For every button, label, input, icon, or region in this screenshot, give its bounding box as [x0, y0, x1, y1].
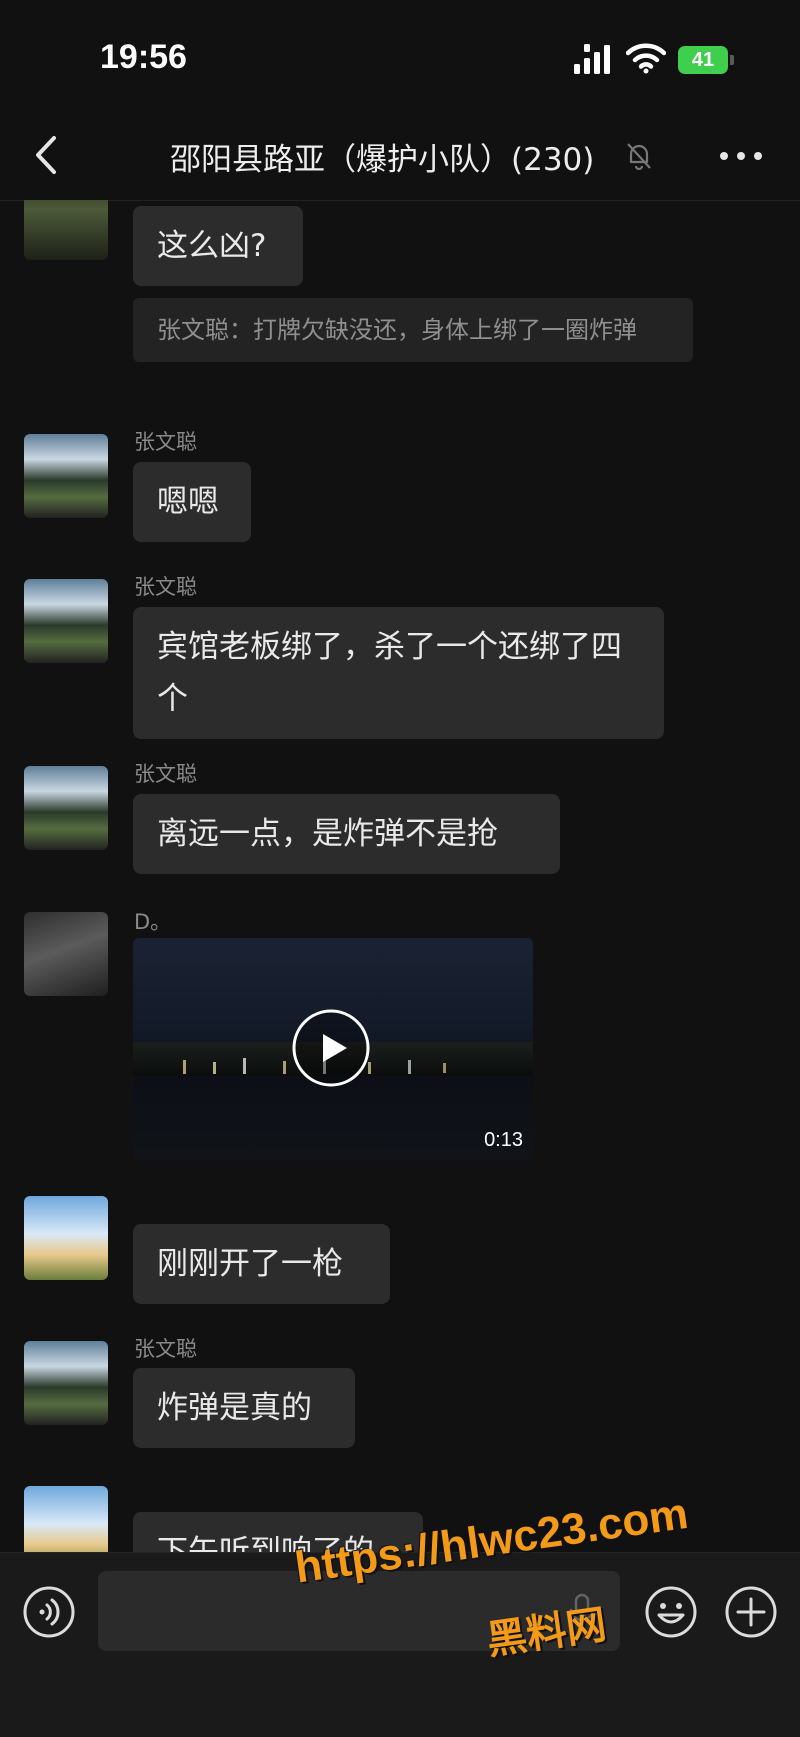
- battery-indicator: 41: [678, 46, 728, 74]
- avatar[interactable]: [24, 434, 108, 518]
- sender-name: 张文聪: [134, 430, 197, 454]
- back-icon[interactable]: [28, 132, 68, 178]
- wifi-icon: [626, 43, 666, 74]
- avatar[interactable]: [24, 1341, 108, 1425]
- voice-icon[interactable]: [22, 1585, 76, 1639]
- status-bar: 19:56 41: [0, 0, 800, 110]
- status-time: 19:56: [100, 38, 187, 76]
- message-bubble[interactable]: 这么凶?: [133, 206, 303, 286]
- message-bubble[interactable]: 嗯嗯: [133, 462, 251, 542]
- message-bubble[interactable]: 炸弹是真的: [133, 1368, 355, 1448]
- chat-header: 邵阳县路亚（爆护小队）(230): [0, 110, 800, 201]
- message-bubble[interactable]: 离远一点，是炸弹不是抢: [133, 794, 560, 874]
- watermark-name: 黑料网: [483, 1601, 610, 1665]
- avatar[interactable]: [24, 766, 108, 850]
- sender-name: 张文聪: [134, 762, 197, 786]
- message-bubble[interactable]: 刚刚开了一枪: [133, 1224, 390, 1304]
- video-duration: 0:13: [484, 1129, 523, 1151]
- cellular-signal-icon: [574, 44, 610, 74]
- video-message[interactable]: 0:13: [133, 938, 533, 1160]
- avatar[interactable]: [24, 1486, 108, 1552]
- sender-name: 张文聪: [134, 575, 197, 599]
- quoted-message[interactable]: 张文聪：打牌欠缺没还，身体上绑了一圈炸弹: [133, 298, 693, 362]
- more-icon[interactable]: [716, 146, 766, 166]
- message-bubble[interactable]: 宾馆老板绑了，杀了一个还绑了四个: [133, 607, 664, 739]
- avatar[interactable]: [24, 200, 108, 260]
- chat-title: 邵阳县路亚（爆护小队）(230): [170, 142, 595, 178]
- avatar[interactable]: [24, 579, 108, 663]
- avatar[interactable]: [24, 912, 108, 996]
- sender-name: D。: [134, 910, 172, 934]
- mute-icon: [627, 143, 651, 170]
- avatar[interactable]: [24, 1196, 108, 1280]
- message-list[interactable]: 这么凶? 张文聪：打牌欠缺没还，身体上绑了一圈炸弹 张文聪 嗯嗯 张文聪 宾馆老…: [0, 200, 800, 1552]
- play-icon[interactable]: [291, 1008, 371, 1088]
- watermark: https://hlwc23.com 黑料网: [292, 1489, 752, 1665]
- sender-name: 张文聪: [134, 1337, 197, 1361]
- battery-nub: [730, 55, 734, 65]
